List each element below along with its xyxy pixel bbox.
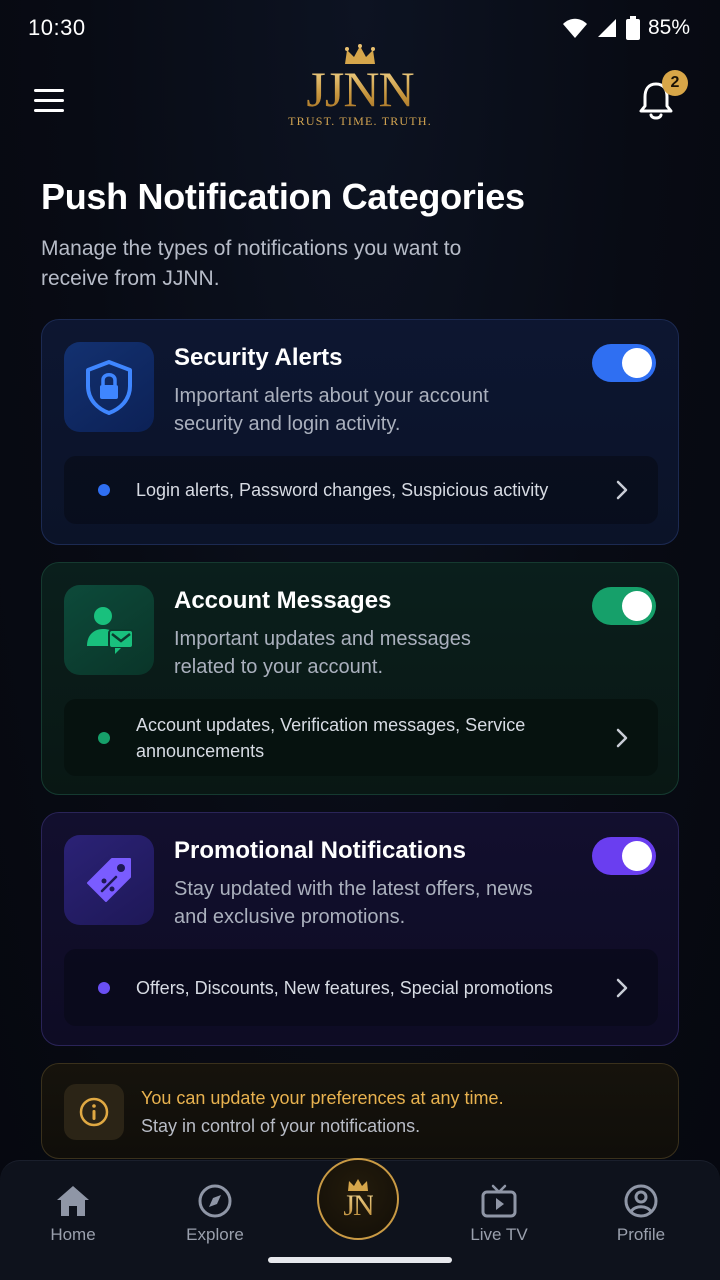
nav-label: Home — [50, 1225, 96, 1244]
battery-percent: 85% — [647, 16, 690, 39]
category-card-promotional: Promotional Notifications Stay updated w… — [41, 812, 679, 1046]
chevron-right-icon — [616, 728, 628, 747]
wifi-icon — [562, 18, 587, 38]
chevron-right-icon — [616, 480, 628, 500]
bullet-dot — [98, 484, 110, 496]
category-description: Stay updated with the latest offers, new… — [174, 878, 533, 928]
battery-icon — [625, 16, 640, 40]
nav-label: Profile — [616, 1225, 666, 1244]
nav-home[interactable]: Home — [13, 1183, 133, 1245]
app-logo: JJNN TRUST. TIME. TRUTH. — [280, 44, 440, 140]
app-header: JJNN TRUST. TIME. TRUTH. 2 — [0, 44, 720, 156]
compass-icon — [198, 1184, 232, 1218]
nav-live-tv[interactable]: Live TV — [439, 1183, 559, 1245]
toggle-knob — [622, 591, 652, 621]
category-details-row[interactable]: Account updates, Verification messages, … — [64, 699, 658, 776]
info-banner: You can update your preferences at any t… — [41, 1063, 679, 1159]
notification-count-badge: 2 — [662, 70, 688, 96]
tv-icon — [481, 1184, 517, 1218]
category-title: Account Messages — [174, 587, 392, 614]
profile-icon — [624, 1184, 658, 1218]
info-icon-tile — [64, 1084, 124, 1140]
category-title: Security Alerts — [174, 344, 343, 371]
category-title: Promotional Notifications — [174, 837, 467, 864]
bullet-dot — [98, 981, 110, 994]
security-icon-tile — [64, 342, 154, 432]
bullet-dot — [98, 731, 110, 744]
category-tags: Offers, Discounts, New features, Special… — [136, 977, 553, 998]
menu-button[interactable] — [34, 80, 78, 120]
chevron-right-icon — [616, 978, 628, 997]
menu-icon-line — [34, 98, 64, 102]
category-tags: Login alerts, Password changes, Suspicio… — [136, 480, 549, 500]
home-indicator[interactable] — [268, 1257, 452, 1263]
account-messages-toggle[interactable] — [592, 587, 656, 625]
category-card-security: Security Alerts Important alerts about y… — [41, 319, 679, 545]
user-message-icon — [87, 607, 134, 654]
tag-icon — [87, 858, 131, 902]
info-icon — [79, 1097, 109, 1127]
status-icons: 85% — [562, 16, 690, 40]
info-subtitle: Stay in control of your notifications. — [141, 1116, 421, 1136]
nav-explore[interactable]: Explore — [155, 1183, 275, 1245]
category-card-account: Account Messages Important updates and m… — [41, 562, 679, 795]
nav-center-wordmark: JN — [343, 1189, 374, 1222]
category-description: Important updates and messages related t… — [174, 628, 471, 678]
screen: 10:30 85% JJNN TRUST. TIME. TRUTH. 2 Pus… — [0, 0, 720, 1280]
info-title: You can update your preferences at any t… — [141, 1088, 504, 1108]
nav-profile[interactable]: Profile — [581, 1183, 701, 1245]
promotional-notifications-toggle[interactable] — [592, 837, 656, 875]
home-icon — [57, 1186, 89, 1216]
nav-label: Explore — [186, 1225, 244, 1244]
page-subtitle: Manage the types of notifications you wa… — [41, 237, 462, 290]
category-description: Important alerts about your account secu… — [174, 385, 489, 435]
shield-lock-icon — [86, 360, 132, 415]
promo-icon-tile — [64, 835, 154, 925]
toggle-knob — [622, 348, 652, 378]
security-alerts-toggle[interactable] — [592, 344, 656, 382]
category-details-row[interactable]: Offers, Discounts, New features, Special… — [64, 949, 658, 1026]
menu-icon-line — [34, 88, 64, 92]
logo-tagline: TRUST. TIME. TRUTH. — [288, 114, 432, 128]
category-tags: Account updates, Verification messages, … — [136, 714, 526, 761]
toggle-knob — [622, 841, 652, 871]
logo-wordmark: JJNN — [280, 64, 440, 114]
nav-label: Live TV — [470, 1225, 528, 1244]
menu-icon-line — [34, 108, 64, 112]
category-details-row[interactable]: Login alerts, Password changes, Suspicio… — [64, 456, 658, 524]
status-time: 10:30 — [28, 15, 86, 40]
account-icon-tile — [64, 585, 154, 675]
page-title: Push Notification Categories — [41, 176, 525, 217]
nav-home-logo-button[interactable]: JN — [317, 1158, 399, 1240]
cellular-signal-icon — [597, 19, 616, 37]
notifications-button[interactable]: 2 — [636, 70, 688, 124]
